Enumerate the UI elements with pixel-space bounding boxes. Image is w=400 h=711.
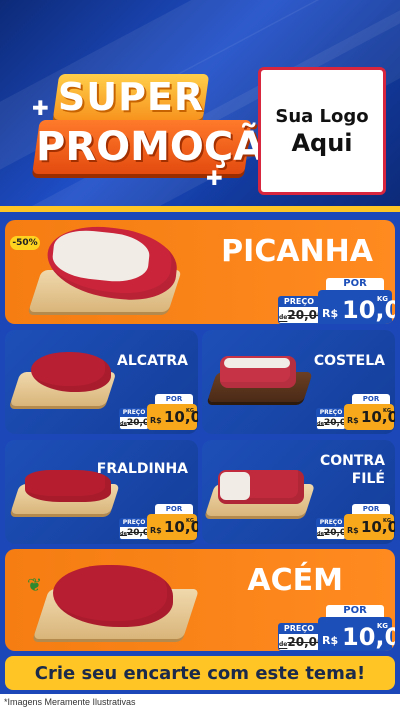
new-price: R$ 10,00 KG: [318, 290, 395, 324]
old-price: PREÇO de20,00: [119, 408, 156, 430]
por-label: POR: [326, 605, 384, 617]
old-price: PREÇO de20,00: [316, 518, 353, 540]
old-price-label: PREÇO: [317, 519, 345, 527]
logo-placeholder[interactable]: Sua Logo Aqui: [258, 67, 386, 195]
header: SUPER PROMOÇÃO ✚ ✚ Sua Logo Aqui: [0, 0, 400, 208]
product-card-picanha[interactable]: PICANHA PREÇO de20,00 POR R$ 10,00 KG: [5, 220, 395, 324]
title-super-box: SUPER: [52, 74, 210, 120]
product-name: CONTRA FILÉ: [320, 452, 385, 488]
unit: KG: [186, 518, 194, 524]
promo-title: SUPER PROMOÇÃO ✚ ✚: [30, 66, 298, 190]
logo-line1: Sua Logo: [275, 105, 369, 127]
old-price-label: PREÇO: [279, 624, 319, 634]
currency: R$: [150, 416, 162, 425]
product-card-contra-file[interactable]: CONTRA FILÉ PREÇO de20,00 POR R$ 10,00 K…: [202, 440, 395, 544]
currency: R$: [322, 634, 339, 647]
unit: KG: [376, 622, 388, 630]
header-divider: [0, 206, 400, 212]
flyer-page: SUPER PROMOÇÃO ✚ ✚ Sua Logo Aqui PICANHA…: [0, 0, 400, 711]
product-name-line1: CONTRA: [319, 453, 385, 469]
logo-line2: Aqui: [291, 128, 353, 157]
product-card-fraldinha[interactable]: FRALDINHA PREÇO de20,00 POR R$ 10,00 KG: [5, 440, 198, 544]
price-tag: PREÇO de20,00 POR R$ 10,00 KG: [316, 504, 395, 542]
new-price: R$ 10,00 KG: [147, 404, 198, 430]
por-label: POR: [352, 504, 390, 514]
old-price-value: de20,00: [279, 308, 326, 322]
discount-badge: -50%: [10, 236, 40, 250]
price-tag: PREÇO de20,00 POR R$ 10,00 KG: [278, 605, 395, 651]
fat-cap: [224, 358, 290, 368]
currency: R$: [150, 526, 162, 535]
product-name: PICANHA: [221, 234, 373, 269]
herb-icon: ❦: [27, 575, 43, 596]
old-price-value: de20,00: [120, 418, 156, 428]
title-super-text: SUPER: [57, 75, 205, 119]
product-card-acem[interactable]: ❦ ACÉM PREÇO de20,00 POR R$ 10,00 KG: [5, 549, 395, 651]
currency: R$: [322, 307, 339, 320]
cta-banner[interactable]: Crie seu encarte com este tema!: [5, 656, 395, 690]
sparkle-icon: ✚: [206, 166, 223, 190]
unit: KG: [383, 518, 391, 524]
new-price: R$ 10,00 KG: [318, 617, 395, 651]
price-tag: PREÇO de20,00 POR R$ 10,00 KG: [316, 394, 395, 432]
fat-cap: [220, 472, 250, 500]
price-tag: PREÇO de20,00 POR R$ 10,00 KG: [119, 394, 198, 432]
old-price-label: PREÇO: [317, 409, 345, 417]
old-price-value: de20,00: [120, 528, 156, 538]
currency: R$: [347, 526, 359, 535]
old-price-value: de20,00: [317, 418, 353, 428]
por-label: POR: [352, 394, 390, 404]
old-price-value: de20,00: [317, 528, 353, 538]
new-price: R$ 10,00 KG: [344, 404, 395, 430]
product-card-costela[interactable]: COSTELA PREÇO de20,00 POR R$ 10,00 KG: [202, 330, 395, 434]
old-price-label: PREÇO: [120, 409, 148, 417]
old-price: PREÇO de20,00: [316, 408, 353, 430]
old-price: PREÇO de20,00: [119, 518, 156, 540]
new-price: R$ 10,00 KG: [344, 514, 395, 540]
currency: R$: [347, 416, 359, 425]
footer-disclaimer: *Imagens Meramente Ilustrativas: [4, 697, 136, 707]
sparkle-icon: ✚: [32, 96, 49, 120]
por-label: POR: [155, 504, 193, 514]
footer: *Imagens Meramente Ilustrativas: [0, 694, 400, 711]
product-name: FRALDINHA: [96, 461, 188, 477]
product-name: ALCATRA: [117, 353, 188, 369]
unit: KG: [376, 295, 388, 303]
product-name: ACÉM: [247, 563, 343, 598]
por-label: POR: [326, 278, 384, 290]
unit: KG: [383, 408, 391, 414]
new-price: R$ 10,00 KG: [147, 514, 198, 540]
product-card-alcatra[interactable]: ALCATRA PREÇO de20,00 POR R$ 10,00 KG: [5, 330, 198, 434]
por-label: POR: [155, 394, 193, 404]
old-price-label: PREÇO: [279, 297, 319, 307]
product-name-line2: FILÉ: [351, 471, 385, 487]
old-price: PREÇO de20,00: [278, 623, 326, 651]
price-tag: PREÇO de20,00 POR R$ 10,00 KG: [278, 278, 395, 324]
old-price-label: PREÇO: [120, 519, 148, 527]
old-price-value: de20,00: [279, 635, 326, 649]
price-tag: PREÇO de20,00 POR R$ 10,00 KG: [119, 504, 198, 542]
old-price: PREÇO de20,00: [278, 296, 326, 324]
unit: KG: [186, 408, 194, 414]
product-name: COSTELA: [313, 353, 385, 369]
cta-banner-text: Crie seu encarte com este tema!: [34, 662, 366, 684]
